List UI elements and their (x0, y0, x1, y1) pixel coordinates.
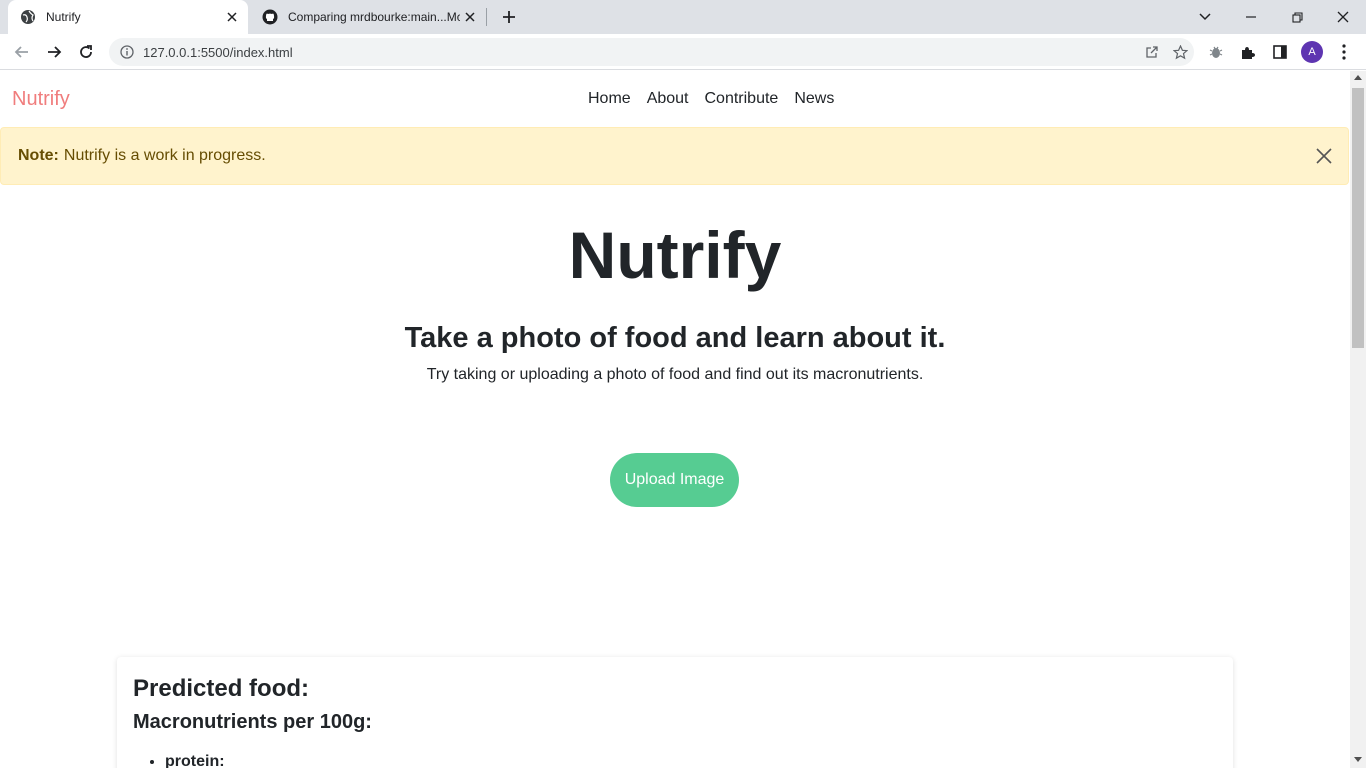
globe-icon (20, 9, 36, 25)
hero-description: Try taking or uploading a photo of food … (426, 366, 924, 383)
tab-separator (486, 8, 487, 26)
github-icon (262, 9, 278, 25)
window-close-icon[interactable] (1320, 0, 1366, 34)
reload-icon[interactable] (72, 38, 100, 66)
page-viewport: Nutrify Home About Contribute News Note:… (0, 71, 1350, 768)
url-text: 127.0.0.1:5500/index.html (143, 44, 293, 60)
back-arrow-icon[interactable] (8, 38, 36, 66)
nav-link-about[interactable]: About (639, 90, 697, 108)
menu-kebab-icon[interactable] (1330, 38, 1358, 66)
tab-search-chevron-down-icon[interactable] (1182, 0, 1228, 34)
info-icon[interactable] (119, 44, 135, 60)
macronutrient-list: protein: (149, 753, 225, 768)
nav-link-contribute[interactable]: Contribute (697, 90, 787, 108)
prediction-card: Predicted food: Macronutrients per 100g:… (117, 657, 1233, 768)
bug-extension-icon[interactable] (1202, 38, 1230, 66)
side-panel-icon[interactable] (1266, 38, 1294, 66)
new-tab-button[interactable] (498, 6, 520, 28)
address-bar[interactable]: 127.0.0.1:5500/index.html (109, 38, 1194, 66)
close-icon[interactable] (222, 7, 242, 27)
browser-toolbar: 127.0.0.1:5500/index.html (0, 34, 1366, 70)
nav-link-home[interactable]: Home (580, 90, 639, 108)
browser-tabstrip: Nutrify Comparing mrdbourke:main...Mc (0, 0, 1366, 34)
upload-image-button[interactable]: Upload Image (610, 453, 739, 507)
forward-arrow-icon[interactable] (40, 38, 68, 66)
alert-close-icon[interactable] (1314, 146, 1334, 166)
restore-icon[interactable] (1274, 0, 1320, 34)
alert-message: Nutrify is a work in progress. (63, 147, 266, 164)
macronutrient-item-protein: protein: (165, 753, 225, 768)
nav-link-news[interactable]: News (786, 90, 842, 108)
hero-title: Nutrify (568, 218, 782, 292)
browser-tab-active[interactable]: Nutrify (8, 0, 248, 34)
tab-title: Comparing mrdbourke:main...Mc (288, 10, 460, 24)
tab-title: Nutrify (46, 10, 81, 24)
hero-subtitle: Take a photo of food and learn about it. (404, 322, 946, 354)
nav-links: Home About Contribute News (580, 90, 842, 108)
browser-tab-inactive[interactable]: Comparing mrdbourke:main...Mc (250, 0, 486, 34)
bookmark-star-icon[interactable] (1166, 38, 1194, 66)
note-alert: Note: Nutrify is a work in progress. (0, 127, 1349, 185)
page-scrollbar[interactable] (1350, 71, 1366, 768)
scroll-down-arrow-icon[interactable] (1354, 757, 1362, 762)
profile-avatar[interactable]: A (1301, 41, 1323, 63)
brand-logo[interactable]: Nutrify (12, 88, 70, 111)
close-icon[interactable] (460, 7, 480, 27)
minimize-icon[interactable] (1228, 0, 1274, 34)
predicted-food-heading: Predicted food: (133, 675, 310, 702)
extensions-puzzle-icon[interactable] (1234, 38, 1262, 66)
macronutrients-heading: Macronutrients per 100g: (133, 711, 372, 733)
scrollbar-thumb[interactable] (1352, 88, 1364, 348)
alert-label: Note: (18, 147, 59, 164)
scroll-up-arrow-icon[interactable] (1354, 75, 1362, 80)
site-navbar: Nutrify Home About Contribute News (0, 71, 1350, 127)
share-icon[interactable] (1138, 38, 1166, 66)
